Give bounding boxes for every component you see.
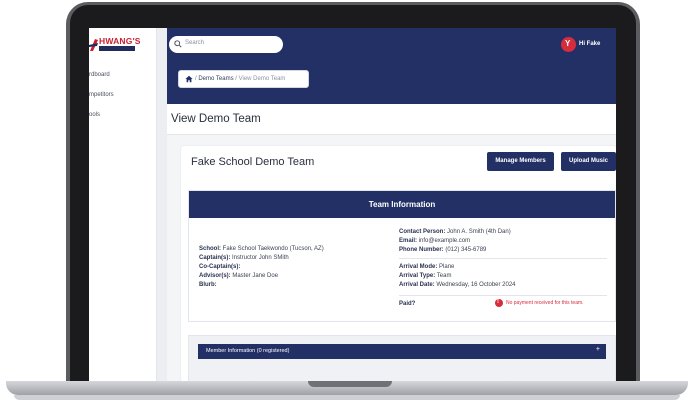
page-title-bar: View Demo Team	[167, 104, 616, 135]
field-label: Co-Captain(s):	[199, 264, 241, 270]
field-label: Contact Person:	[399, 229, 446, 235]
logo-subtitle-bar	[99, 46, 135, 51]
avatar: Y	[561, 37, 576, 52]
breadcrumb-separator: /	[195, 76, 197, 82]
sidebar-item-schools[interactable]: ools	[89, 112, 100, 118]
contact-person-field: Contact Person: John A. Smith (4th Dan)	[399, 229, 511, 235]
advisors-field: Advisor(s): Master Jane Doe	[199, 273, 278, 279]
field-value[interactable]: info@example.com	[419, 238, 470, 244]
phone-field: Phone Number: (012) 345-6789	[399, 247, 486, 253]
page-title: View Demo Team	[171, 113, 261, 125]
laptop-screen: HWANG'S rdboard mpetitors ools Search Y …	[89, 28, 616, 382]
upload-music-button[interactable]: Upload Music	[561, 152, 616, 171]
field-value: John A. Smith (4th Dan)	[447, 229, 511, 235]
field-value: Fake School Taekwondo (Tucson, AZ)	[222, 246, 324, 252]
alert-icon: !	[495, 299, 503, 307]
app-logo[interactable]: HWANG'S	[89, 36, 140, 54]
breadcrumb: / Demo Teams / View Demo Team	[178, 70, 309, 88]
divider	[399, 258, 607, 259]
field-label: Arrival Mode:	[399, 264, 438, 270]
arrival-date-field: Arrival Date: Wednesday, 16 October 2024	[399, 282, 516, 288]
field-value: Wednesday, 16 October 2024	[436, 282, 516, 288]
arrival-mode-field: Arrival Mode: Plane	[399, 264, 454, 270]
field-label: Captain(s):	[199, 255, 231, 261]
field-label: Advisor(s):	[199, 273, 231, 279]
co-captains-field: Co-Captain(s):	[199, 264, 240, 270]
arrival-type-field: Arrival Type: Team	[399, 273, 451, 279]
field-value: Instructor John SMith	[232, 255, 289, 261]
member-information-title: Member Information (0 registered)	[206, 348, 290, 354]
divider	[399, 295, 607, 296]
user-greeting: Hi Fake	[579, 41, 601, 47]
breadcrumb-separator: /	[235, 76, 237, 82]
team-name: Fake School Demo Team	[191, 156, 315, 168]
home-icon[interactable]	[185, 75, 193, 83]
field-value: Master Jane Doe	[232, 273, 279, 279]
manage-members-button[interactable]: Manage Members	[487, 152, 554, 171]
logo-text: HWANG'S	[99, 36, 141, 46]
school-field: School: Fake School Taekwondo (Tucson, A…	[199, 246, 324, 252]
sidebar-item-competitors[interactable]: mpetitors	[89, 92, 114, 98]
laptop-mockup: HWANG'S rdboard mpetitors ools Search Y …	[0, 0, 694, 402]
team-information-header: Team Information	[189, 191, 615, 218]
laptop-notch	[308, 381, 392, 387]
member-information-panel: Member Information (0 registered) +	[188, 335, 616, 382]
field-label: Blurb:	[199, 282, 217, 288]
payment-status-message: No payment received for this team.	[506, 300, 584, 306]
email-field: Email: info@example.com	[399, 238, 470, 244]
breadcrumb-current: View Demo Team	[238, 76, 286, 82]
logo-mark-icon	[89, 39, 98, 51]
field-label: School:	[199, 246, 221, 252]
avatar-glyph: Y	[565, 39, 571, 48]
member-information-header[interactable]: Member Information (0 registered) +	[198, 344, 606, 359]
field-label: Phone Number:	[399, 247, 444, 253]
search-placeholder: Search	[185, 40, 205, 46]
field-label: Arrival Date:	[399, 282, 435, 288]
field-value: (012) 345-6789	[445, 247, 487, 253]
team-information-panel: Team Information School: Fake School Tae…	[188, 190, 616, 322]
blurb-field: Blurb:	[199, 282, 217, 288]
search-input[interactable]: Search	[169, 36, 283, 53]
field-value: Team	[436, 273, 452, 279]
breadcrumb-trail: / Demo Teams / View Demo Team	[195, 76, 285, 82]
breadcrumb-demo-teams[interactable]: Demo Teams	[198, 76, 233, 82]
field-label: Email:	[399, 238, 418, 244]
field-value: Plane	[439, 264, 455, 270]
sidebar-gutter	[157, 28, 167, 382]
field-label: Arrival Type:	[399, 273, 436, 279]
laptop-base-shadow	[14, 395, 680, 400]
captains-field: Captain(s): Instructor John SMith	[199, 255, 289, 261]
sidebar: HWANG'S rdboard mpetitors ools	[89, 28, 157, 382]
expand-toggle-icon[interactable]: +	[596, 346, 600, 353]
paid-label: Paid?	[399, 301, 416, 307]
search-icon	[174, 40, 182, 48]
sidebar-item-dashboard[interactable]: rdboard	[89, 72, 110, 78]
